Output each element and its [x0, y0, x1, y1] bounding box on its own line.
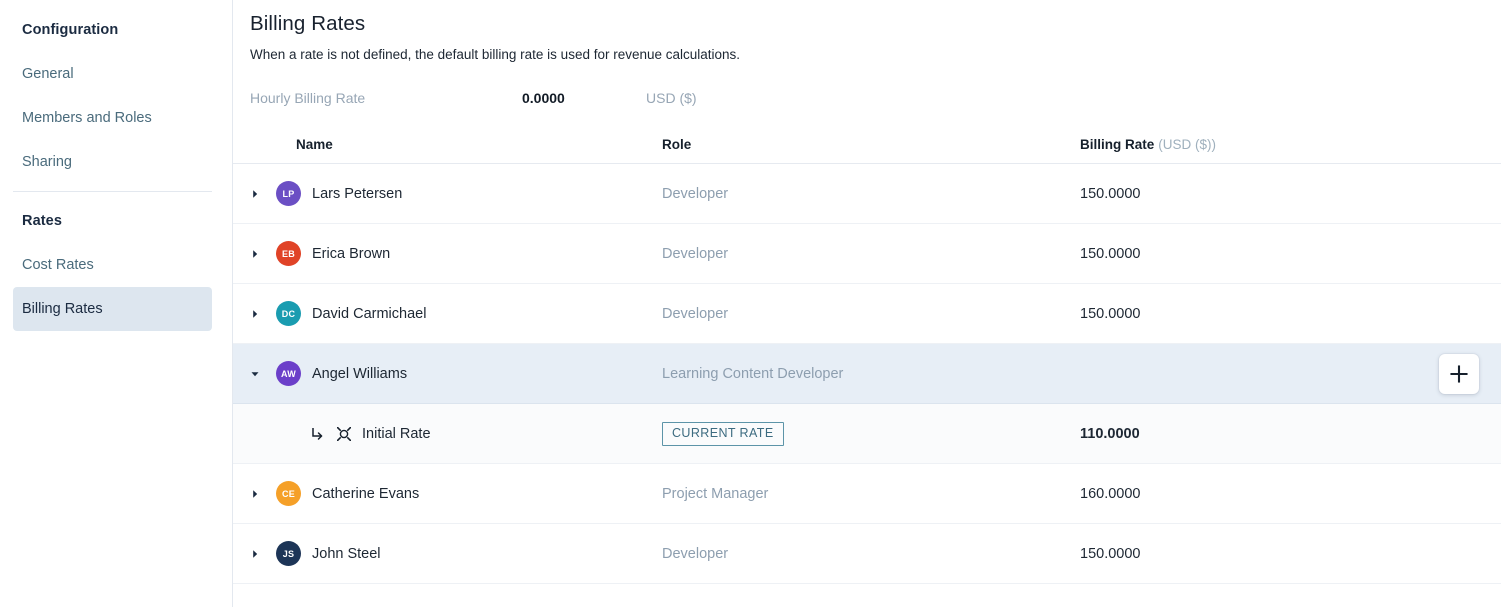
person-name: Catherine Evans: [312, 484, 419, 504]
rate-entry-name-cell: Initial Rate: [250, 424, 662, 444]
name-cell: DC David Carmichael: [250, 301, 662, 326]
billing-rate-cell[interactable]: 150.0000: [1080, 304, 1501, 324]
table-row[interactable]: LP Lars Petersen Developer150.0000: [233, 164, 1501, 224]
table-row[interactable]: DC David Carmichael Developer150.0000: [233, 284, 1501, 344]
page-title: Billing Rates: [233, 0, 1501, 38]
arrow-turn-down-right-icon: [310, 426, 325, 441]
billing-rate-cell[interactable]: 150.0000: [1080, 184, 1501, 204]
default-rate-value[interactable]: 0.0000: [522, 88, 646, 108]
chevron-down-icon[interactable]: [250, 369, 276, 379]
sidebar-heading-rates: Rates: [0, 199, 232, 243]
badge-cell: CURRENT RATE: [662, 422, 1080, 446]
table-row[interactable]: JS John Steel Developer150.0000: [233, 524, 1501, 584]
rate-marker-icon: [337, 427, 351, 441]
billing-rate-cell[interactable]: 110.0000: [1080, 424, 1501, 444]
person-name: Angel Williams: [312, 364, 407, 384]
billing-rate-cell[interactable]: 150.0000: [1080, 244, 1501, 264]
person-name: John Steel: [312, 544, 381, 564]
avatar: LP: [276, 181, 301, 206]
sidebar-item-members-and-roles[interactable]: Members and Roles: [13, 96, 212, 140]
add-rate-button[interactable]: [1439, 354, 1479, 394]
avatar: CE: [276, 481, 301, 506]
column-header-billing-rate: Billing Rate (USD ($)): [1080, 136, 1501, 163]
avatar: JS: [276, 541, 301, 566]
person-name: David Carmichael: [312, 304, 426, 324]
default-hourly-billing-rate: Hourly Billing Rate 0.0000 USD ($): [233, 64, 1501, 110]
billing-rate-cell[interactable]: 160.0000: [1080, 484, 1501, 504]
chevron-right-icon[interactable]: [250, 309, 276, 319]
person-name: Lars Petersen: [312, 184, 402, 204]
role-cell: Developer: [662, 544, 1080, 564]
sidebar-item-sharing[interactable]: Sharing: [13, 140, 212, 184]
billing-rates-page: ConfigurationGeneralMembers and RolesSha…: [0, 0, 1501, 607]
page-description: When a rate is not defined, the default …: [233, 38, 1501, 64]
sidebar-item-cost-rates[interactable]: Cost Rates: [13, 243, 212, 287]
table-row[interactable]: EB Erica Brown Developer150.0000: [233, 224, 1501, 284]
column-header-name: Name: [250, 136, 662, 163]
default-rate-currency: USD ($): [646, 88, 697, 108]
column-header-billing-rate-text: Billing Rate: [1080, 137, 1154, 152]
name-cell: CE Catherine Evans: [250, 481, 662, 506]
table-row[interactable]: AW Angel Williams Learning Content Develop…: [233, 344, 1501, 404]
role-cell: Developer: [662, 184, 1080, 204]
role-cell: Developer: [662, 304, 1080, 324]
role-cell: Learning Content Developer: [662, 364, 1080, 384]
chevron-right-icon[interactable]: [250, 249, 276, 259]
rate-entry-label: Initial Rate: [362, 424, 431, 444]
default-rate-label: Hourly Billing Rate: [250, 88, 522, 108]
billing-rate-cell[interactable]: 150.0000: [1080, 544, 1501, 564]
avatar: DC: [276, 301, 301, 326]
role-cell: Developer: [662, 244, 1080, 264]
column-header-role: Role: [662, 136, 1080, 163]
sidebar-divider: [13, 191, 212, 192]
chevron-right-icon[interactable]: [250, 489, 276, 499]
rate-entry-row[interactable]: Initial Rate CURRENT RATE 110.0000: [233, 404, 1501, 464]
settings-sidebar: ConfigurationGeneralMembers and RolesSha…: [0, 0, 233, 607]
column-header-billing-rate-unit: (USD ($)): [1158, 137, 1216, 152]
name-cell: JS John Steel: [250, 541, 662, 566]
avatar: EB: [276, 241, 301, 266]
person-name: Erica Brown: [312, 244, 390, 264]
sidebar-item-billing-rates[interactable]: Billing Rates: [13, 287, 212, 331]
main-content: Billing Rates When a rate is not defined…: [233, 0, 1501, 607]
billing-rates-table: Name Role Billing Rate (USD ($)) LP Lars P…: [233, 128, 1501, 584]
table-row[interactable]: CE Catherine Evans Project Manager160.0000: [233, 464, 1501, 524]
name-cell: AW Angel Williams: [250, 361, 662, 386]
name-cell: EB Erica Brown: [250, 241, 662, 266]
avatar: AW: [276, 361, 301, 386]
name-cell: LP Lars Petersen: [250, 181, 662, 206]
status-badge: CURRENT RATE: [662, 422, 784, 446]
table-header-row: Name Role Billing Rate (USD ($)): [233, 128, 1501, 164]
role-cell: Project Manager: [662, 484, 1080, 504]
sidebar-item-general[interactable]: General: [13, 52, 212, 96]
sidebar-heading-configuration: Configuration: [0, 8, 232, 52]
chevron-right-icon[interactable]: [250, 549, 276, 559]
chevron-right-icon[interactable]: [250, 189, 276, 199]
